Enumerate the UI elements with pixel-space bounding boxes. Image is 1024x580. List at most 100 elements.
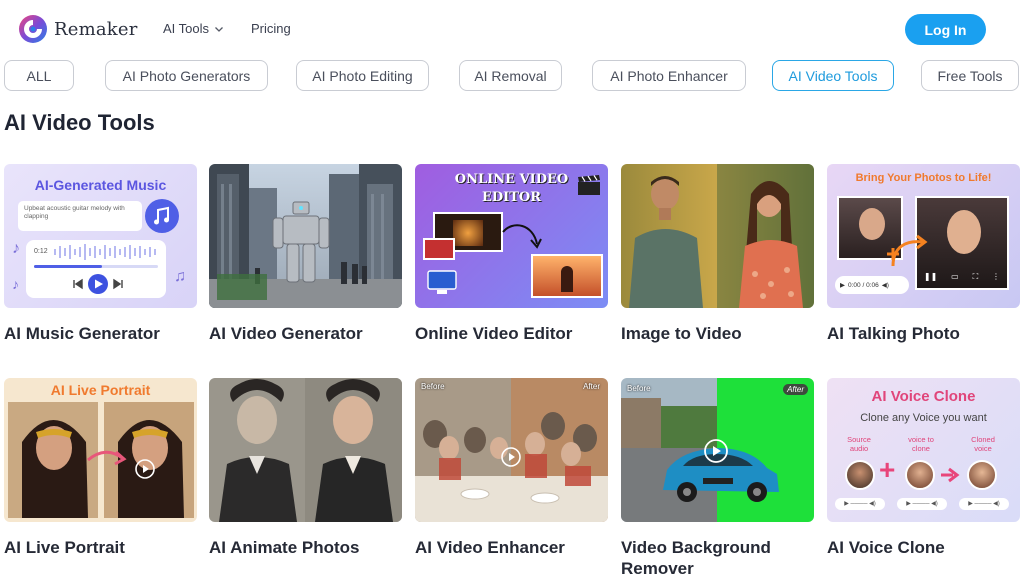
card-thumbnail[interactable]: Bring Your Photos to Life! ❚❚ ▭ ⛶ ⋮ ▶ 0:00 … — [827, 164, 1020, 308]
card-thumbnail[interactable] — [621, 164, 814, 308]
tool-card-online-video-editor[interactable]: ONLINE VIDEO EDITOR Online Video Editor — [415, 164, 609, 344]
couple-photo-image — [621, 164, 814, 308]
card-title[interactable]: AI Live Portrait — [4, 537, 198, 558]
nav-ai-tools[interactable]: AI Tools — [163, 21, 224, 36]
card-thumbnail[interactable]: AI Live Portrait — [4, 378, 197, 522]
before-label: Before — [627, 384, 651, 393]
card-thumbnail[interactable] — [209, 378, 402, 522]
robot-city-image — [209, 164, 402, 308]
card-title[interactable]: Video Background Remover — [621, 537, 815, 579]
pause-icon[interactable]: ❚❚ — [924, 272, 937, 282]
audio-time: 0:12 — [34, 248, 48, 255]
card-title[interactable]: AI Voice Clone — [827, 537, 1021, 558]
more-icon[interactable]: ⋮ — [992, 272, 1000, 282]
category-ai-photo-enhancer[interactable]: AI Photo Enhancer — [592, 60, 746, 91]
after-label: After — [583, 382, 600, 391]
category-ai-photo-editing[interactable]: AI Photo Editing — [296, 60, 429, 91]
pip-icon[interactable]: ▭ — [951, 272, 959, 282]
main-nav: AI Tools Pricing — [163, 21, 291, 36]
category-free-tools[interactable]: Free Tools — [921, 60, 1019, 91]
card-title[interactable]: AI Video Enhancer — [415, 537, 609, 558]
orange-arrow-icon — [887, 234, 928, 267]
card-thumbnail[interactable]: ONLINE VIDEO EDITOR — [415, 164, 608, 308]
audio-player-cloned[interactable]: ▶ ──── ◀) — [959, 498, 1009, 510]
remaker-logo-icon — [19, 15, 47, 43]
category-ai-video-tools[interactable]: AI Video Tools — [772, 60, 894, 91]
card-thumbnail[interactable]: Before After — [415, 378, 608, 522]
card-thumbnail[interactable] — [209, 164, 402, 308]
card-title[interactable]: Image to Video — [621, 323, 815, 344]
audio-player-target[interactable]: ▶ ──── ◀) — [897, 498, 947, 510]
fullscreen-icon[interactable]: ⛶ — [973, 272, 979, 282]
tool-card-video-background-remover[interactable]: Before After Video Background Remover — [621, 378, 815, 579]
audio-player[interactable]: 0:12 — [26, 240, 166, 298]
tool-card-image-to-video[interactable]: Image to Video — [621, 164, 815, 344]
audio-progress-track[interactable] — [34, 265, 158, 268]
top-header: Remaker AI Tools Pricing Log In — [0, 0, 1024, 58]
nav-pricing-label: Pricing — [251, 21, 291, 36]
card-title[interactable]: AI Video Generator — [209, 323, 403, 344]
card-title[interactable]: AI Animate Photos — [209, 537, 403, 558]
clip-thumb-result — [531, 254, 603, 298]
voice-clone-subtitle: Clone any Voice you want — [860, 412, 987, 424]
music-note-decor-icon: ♪ — [12, 240, 20, 257]
step-cloned-voice: Cloned voice — [971, 435, 995, 453]
chevron-down-icon — [215, 26, 223, 32]
card-thumbnail[interactable]: AI-Generated Music Upbeat acoustic guita… — [4, 164, 197, 308]
video-controls[interactable]: ❚❚ ▭ ⛶ ⋮ — [917, 272, 1007, 282]
music-prompt-text: Upbeat acoustic guitar melody with clapp… — [24, 205, 125, 220]
before-label: Before — [421, 382, 445, 391]
talking-headline: Bring Your Photos to Life! — [855, 172, 992, 184]
curved-arrow-icon — [502, 224, 542, 249]
volume-icon[interactable]: ◀) — [882, 281, 889, 289]
step-source-audio: Source audio — [847, 435, 871, 453]
cloned-avatar — [967, 460, 997, 490]
monitor-icon — [427, 270, 457, 294]
next-icon — [113, 278, 123, 290]
source-avatar — [845, 460, 875, 490]
brand-name: Remaker — [54, 18, 138, 40]
card-title[interactable]: AI Talking Photo — [827, 323, 1021, 344]
tool-card-ai-video-enhancer[interactable]: Before After AI Video Enhancer — [415, 378, 609, 558]
category-ai-photo-generators[interactable]: AI Photo Generators — [105, 60, 268, 91]
music-note-decor-icon: ♫ — [174, 268, 186, 285]
card-title[interactable]: AI Music Generator — [4, 323, 198, 344]
play-icon[interactable] — [703, 438, 729, 464]
arrow-right-icon — [941, 467, 960, 483]
voice-clone-headline: AI Voice Clone — [871, 388, 976, 405]
card-title[interactable]: Online Video Editor — [415, 323, 609, 344]
section-title: AI Video Tools — [4, 110, 155, 135]
audio-time: 0:00 / 0:06 — [848, 281, 879, 289]
play-icon[interactable]: ▶ — [840, 281, 845, 289]
tool-card-ai-live-portrait[interactable]: AI Live Portrait AI Live Portrait — [4, 378, 198, 558]
music-headline: AI-Generated Music — [34, 177, 167, 193]
clone-target-avatar — [905, 460, 935, 490]
live-portrait-headline: AI Live Portrait — [50, 382, 151, 398]
after-label: After — [783, 384, 808, 395]
play-icon[interactable] — [500, 446, 522, 468]
category-filter-bar: ALL AI Photo Generators AI Photo Editing… — [4, 60, 1024, 92]
category-all[interactable]: ALL — [4, 60, 74, 91]
tool-card-ai-video-generator[interactable]: AI Video Generator — [209, 164, 403, 344]
card-thumbnail[interactable]: AI Voice Clone Clone any Voice you want … — [827, 378, 1020, 522]
tool-card-ai-music-generator[interactable]: AI-Generated Music Upbeat acoustic guita… — [4, 164, 198, 344]
play-icon[interactable] — [134, 458, 156, 480]
clapperboard-icon — [578, 175, 600, 195]
tool-card-ai-talking-photo[interactable]: Bring Your Photos to Life! ❚❚ ▭ ⛶ ⋮ ▶ 0:00 … — [827, 164, 1021, 344]
previous-icon — [73, 278, 83, 290]
audio-controls[interactable] — [70, 273, 126, 295]
card-thumbnail[interactable]: Before After — [621, 378, 814, 522]
step-voice-to-clone: voice to clone — [908, 435, 934, 453]
nav-pricing[interactable]: Pricing — [251, 21, 291, 36]
nav-ai-tools-label: AI Tools — [163, 21, 210, 36]
audio-player[interactable]: ▶ 0:00 / 0:06 ◀) — [835, 276, 909, 294]
brand-logo[interactable]: Remaker — [18, 14, 138, 44]
tool-card-ai-animate-photos[interactable]: AI Animate Photos — [209, 378, 403, 558]
category-ai-removal[interactable]: AI Removal — [459, 60, 562, 91]
plus-icon: + — [879, 454, 896, 485]
music-note-decor-icon: ♪ — [12, 276, 19, 292]
audio-player-source[interactable]: ▶ ──── ◀) — [835, 498, 885, 510]
music-prompt-box: Upbeat acoustic guitar melody with clapp… — [18, 201, 142, 231]
tool-card-ai-voice-clone[interactable]: AI Voice Clone Clone any Voice you want … — [827, 378, 1021, 558]
login-button[interactable]: Log In — [905, 14, 986, 45]
